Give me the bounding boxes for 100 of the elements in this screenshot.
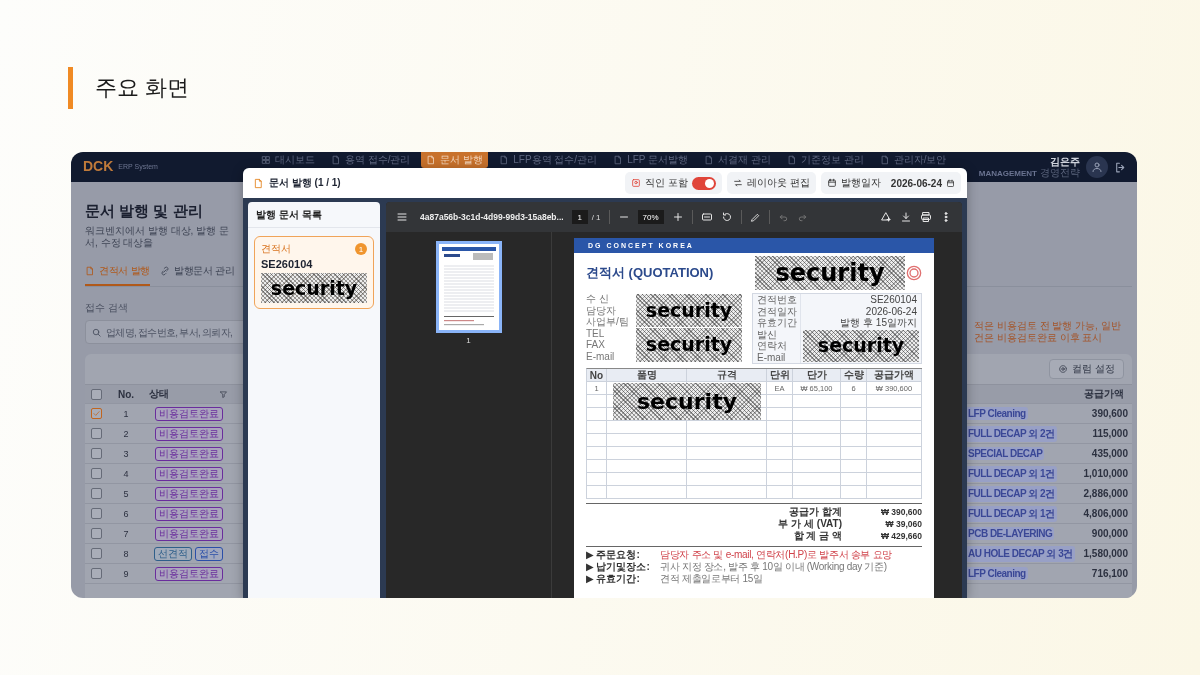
empty-cell [767,473,793,486]
field-label: 견적번호 [753,294,801,306]
field-label: 수 신 [586,293,610,305]
empty-cell [841,486,867,499]
checkbox[interactable] [90,488,102,499]
download-icon[interactable] [900,211,912,223]
page-thumbnail[interactable] [435,241,502,333]
note-text: 견적 제출일로부터 15일 [660,572,764,586]
triangle-plus-icon[interactable] [880,211,892,223]
link-icon [160,266,170,276]
toggle-switch[interactable] [692,176,717,190]
file-name: 4a87a56b-3c1d-4d99-99d3-15a8eb... [420,212,564,222]
table-cell-text: 2,886,000 [1082,487,1129,501]
document-card[interactable]: 견적서 1 SE260104 security [254,236,374,309]
field-label: 발신 [753,328,801,340]
field-label: E-mail [753,351,801,363]
logout-icon[interactable] [1114,160,1127,174]
nav-item[interactable]: 서결재 관리 [699,152,776,168]
field-value: 2026-06-24 [864,305,918,317]
status-badge: 비용검토완료 [154,466,223,481]
checkbox[interactable] [90,528,102,539]
date-field[interactable]: 발행일자 2026-06-24 [820,172,961,194]
field-label: 사업부/팀 [586,316,630,328]
calendar-icon [946,178,955,188]
empty-cell [793,473,841,486]
nav-item[interactable]: LFP용역 접수/관리 [494,152,603,168]
table-cell-text: 7 [122,527,130,541]
layout-edit-button[interactable]: 레이아웃 편집 [727,172,816,194]
empty-cell [793,486,841,499]
field-value: 발행 후 15일까지 [839,317,918,329]
checkbox[interactable] [90,408,102,419]
status-badge: 비용검토완료 [154,566,223,581]
checkbox[interactable] [90,388,102,400]
document-icon [253,177,264,189]
logo: DCK [83,158,114,174]
item-tag: FULL DECAP 외 2건 [966,485,1057,502]
rotate-icon[interactable] [720,211,733,223]
dialog-title: 문서 발행 (1 / 1) [269,176,341,190]
document-icon [786,155,797,165]
nav-item[interactable]: 관리자/보안 [874,152,952,168]
total-value: ₩ 390,600 [879,507,922,517]
accent-bar [68,67,73,109]
fit-page-icon[interactable] [700,211,713,223]
zoom-in-icon[interactable] [671,211,684,223]
empty-cell [841,473,867,486]
column-header: 수량 [841,369,867,382]
empty-cell [767,421,793,434]
tab[interactable]: 견적서 발행 [85,259,150,286]
nav-item[interactable]: 용역 접수/관리 [325,152,416,168]
column-header: 단가 [793,369,841,382]
page-number-field[interactable]: 1 [571,210,588,224]
checkbox[interactable] [90,508,102,519]
total-label: 부 가 세 (VAT) [777,517,842,531]
column-settings-button[interactable]: 컬럼 설정 [1049,359,1124,379]
checkbox[interactable] [90,428,102,439]
empty-cell [867,473,922,486]
field-label: 접수 검색 [85,301,128,315]
column-header: 공급가액 [1083,387,1125,401]
nav-item[interactable]: LFP 문서발행 [608,152,694,168]
print-icon[interactable] [920,211,932,223]
note-text: 담당자 주소 및 e-mail, 연락처(H.P)로 발주서 송부 요망 [660,548,893,562]
security-redaction: security [261,273,367,303]
table-cell-text: 1,580,000 [1082,547,1129,561]
checkbox[interactable] [90,448,102,459]
empty-cell [867,395,922,408]
empty-cell [841,395,867,408]
checkbox[interactable] [90,568,102,579]
empty-cell [867,447,922,460]
menu-icon[interactable] [396,211,408,223]
search-icon [91,326,102,338]
table-cell-text: 716,100 [1090,567,1129,581]
field-label: E-mail [586,350,616,362]
table-cell-text: 5 [122,487,130,501]
total-value: ₩ 39,060 [884,519,922,529]
item-tag: LFP Cleaning [966,567,1028,580]
department-label: 경영전략 [1040,166,1080,178]
gear-icon [1058,364,1069,374]
document-icon [330,155,341,165]
document-icon [879,155,890,165]
checkbox[interactable] [90,548,102,559]
empty-cell [587,395,607,408]
nav-item[interactable]: 문서 발행 [421,152,489,168]
filter-icon[interactable] [219,389,228,399]
document-icon [426,155,437,165]
empty-cell [587,434,607,447]
empty-cell [767,408,793,421]
calendar-icon [826,178,837,188]
empty-cell [793,408,841,421]
document-type: 견적서 [261,242,291,256]
document-icon [704,155,715,165]
column-header: 단위 [767,369,793,382]
checkbox[interactable] [90,468,102,479]
security-redaction: security [636,293,742,327]
nav-item[interactable]: 기준정보 관리 [781,152,869,168]
zoom-field[interactable]: 70% [637,210,664,224]
pen-icon[interactable] [749,211,761,223]
nav-item[interactable]: 대시보드 [255,152,320,168]
note-label: ▶ 주문요청: [586,548,641,562]
tab[interactable]: 발행문서 관리 [160,259,235,286]
empty-cell [767,434,793,447]
